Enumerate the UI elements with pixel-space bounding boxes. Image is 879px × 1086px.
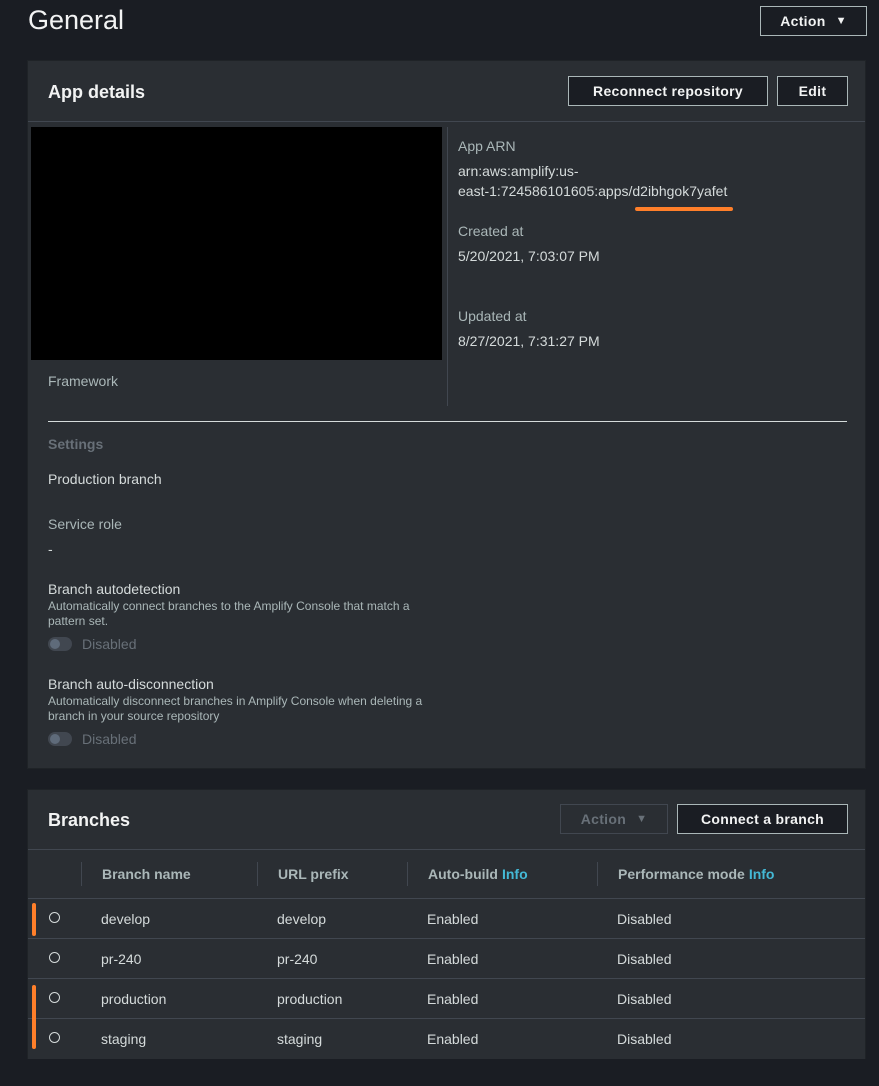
branches-action-button[interactable]: Action ▼ bbox=[560, 804, 668, 834]
vertical-divider bbox=[447, 127, 448, 406]
app-arn-value-line1: arn:aws:amplify:us- bbox=[458, 163, 579, 179]
branch-auto-disconnection-toggle[interactable] bbox=[48, 732, 72, 746]
app-screenshot-image bbox=[31, 127, 442, 360]
auto-build-cell: Enabled bbox=[427, 1031, 479, 1047]
auto-build-cell: Enabled bbox=[427, 991, 479, 1007]
app-id-highlight-mark bbox=[635, 207, 733, 211]
updated-at-value: 8/27/2021, 7:31:27 PM bbox=[458, 333, 600, 349]
service-role-value: - bbox=[48, 541, 53, 557]
created-at-label: Created at bbox=[458, 223, 524, 239]
performance-mode-label: Performance mode bbox=[618, 866, 745, 882]
branch-name-cell: staging bbox=[101, 1031, 147, 1047]
app-details-panel: App details Reconnect repository Edit Fr… bbox=[27, 60, 866, 769]
page-title: General bbox=[28, 5, 125, 35]
caret-down-icon: ▼ bbox=[636, 813, 648, 825]
column-header-url-prefix[interactable]: URL prefix bbox=[278, 850, 349, 898]
branches-table-header: Branch name URL prefix Auto-build Info P… bbox=[28, 850, 865, 898]
branch-name-cell: pr-240 bbox=[101, 951, 142, 967]
url-prefix-cell: pr-240 bbox=[277, 951, 318, 967]
table-row[interactable]: staging staging Enabled Disabled bbox=[28, 1018, 865, 1059]
branch-autodetection-title: Branch autodetection bbox=[48, 581, 181, 597]
app-details-title: App details bbox=[48, 82, 146, 102]
updated-at-label: Updated at bbox=[458, 308, 527, 324]
action-button-label: Action bbox=[780, 13, 826, 29]
table-row[interactable]: pr-240 pr-240 Enabled Disabled bbox=[28, 938, 865, 979]
url-prefix-cell: production bbox=[277, 991, 343, 1007]
performance-mode-cell: Disabled bbox=[617, 951, 672, 967]
branches-title: Branches bbox=[48, 810, 131, 830]
url-prefix-cell: staging bbox=[277, 1031, 323, 1047]
auto-build-cell: Enabled bbox=[427, 951, 479, 967]
row-select-radio[interactable] bbox=[49, 912, 60, 923]
branch-name-cell: production bbox=[101, 991, 167, 1007]
column-header-auto-build: Auto-build Info bbox=[428, 850, 528, 898]
performance-mode-info-link[interactable]: Info bbox=[749, 866, 775, 882]
column-separator bbox=[81, 862, 82, 886]
branches-action-label: Action bbox=[580, 811, 627, 827]
performance-mode-cell: Disabled bbox=[617, 991, 672, 1007]
auto-build-info-link[interactable]: Info bbox=[502, 866, 528, 882]
branch-autodetection-toggle[interactable] bbox=[48, 637, 72, 651]
edit-button[interactable]: Edit bbox=[777, 76, 848, 106]
branch-auto-disconnection-title: Branch auto-disconnection bbox=[48, 676, 214, 692]
created-at-value: 5/20/2021, 7:03:07 PM bbox=[458, 248, 600, 264]
column-header-performance-mode: Performance mode Info bbox=[618, 850, 774, 898]
action-button[interactable]: Action ▼ bbox=[760, 6, 867, 36]
app-arn-value-line2: east-1:724586101605:apps/d2ibhgok7yafet bbox=[458, 183, 728, 199]
branch-auto-disconnection-state: Disabled bbox=[82, 731, 137, 747]
caret-down-icon: ▼ bbox=[835, 15, 847, 27]
column-separator bbox=[597, 862, 598, 886]
table-row[interactable]: develop develop Enabled Disabled bbox=[28, 898, 865, 939]
branch-autodetection-description: Automatically connect branches to the Am… bbox=[48, 599, 410, 628]
column-header-branch-name[interactable]: Branch name bbox=[102, 850, 191, 898]
settings-divider bbox=[48, 421, 847, 422]
table-row[interactable]: production production Enabled Disabled bbox=[28, 978, 865, 1019]
branch-auto-disconnection-description: Automatically disconnect branches in Amp… bbox=[48, 694, 423, 723]
connect-branch-button[interactable]: Connect a branch bbox=[677, 804, 848, 834]
app-arn-label: App ARN bbox=[458, 138, 516, 154]
row-select-radio[interactable] bbox=[49, 992, 60, 1003]
column-separator bbox=[407, 862, 408, 886]
settings-heading: Settings bbox=[48, 436, 104, 452]
framework-label: Framework bbox=[48, 373, 119, 389]
performance-mode-cell: Disabled bbox=[617, 911, 672, 927]
production-branch-label: Production branch bbox=[48, 471, 162, 487]
reconnect-repository-button[interactable]: Reconnect repository bbox=[568, 76, 768, 106]
column-separator bbox=[257, 862, 258, 886]
panel-header-divider bbox=[28, 121, 865, 122]
service-role-label: Service role bbox=[48, 516, 122, 532]
row-select-radio[interactable] bbox=[49, 1032, 60, 1043]
branch-autodetection-state: Disabled bbox=[82, 636, 137, 652]
performance-mode-cell: Disabled bbox=[617, 1031, 672, 1047]
auto-build-label: Auto-build bbox=[428, 866, 498, 882]
branches-panel: Branches Action ▼ Connect a branch Branc… bbox=[27, 789, 866, 1059]
branch-name-cell: develop bbox=[101, 911, 151, 927]
url-prefix-cell: develop bbox=[277, 911, 327, 927]
develop-row-highlight-mark bbox=[32, 903, 36, 936]
auto-build-cell: Enabled bbox=[427, 911, 479, 927]
production-staging-highlight-mark bbox=[32, 985, 36, 1049]
row-select-radio[interactable] bbox=[49, 952, 60, 963]
